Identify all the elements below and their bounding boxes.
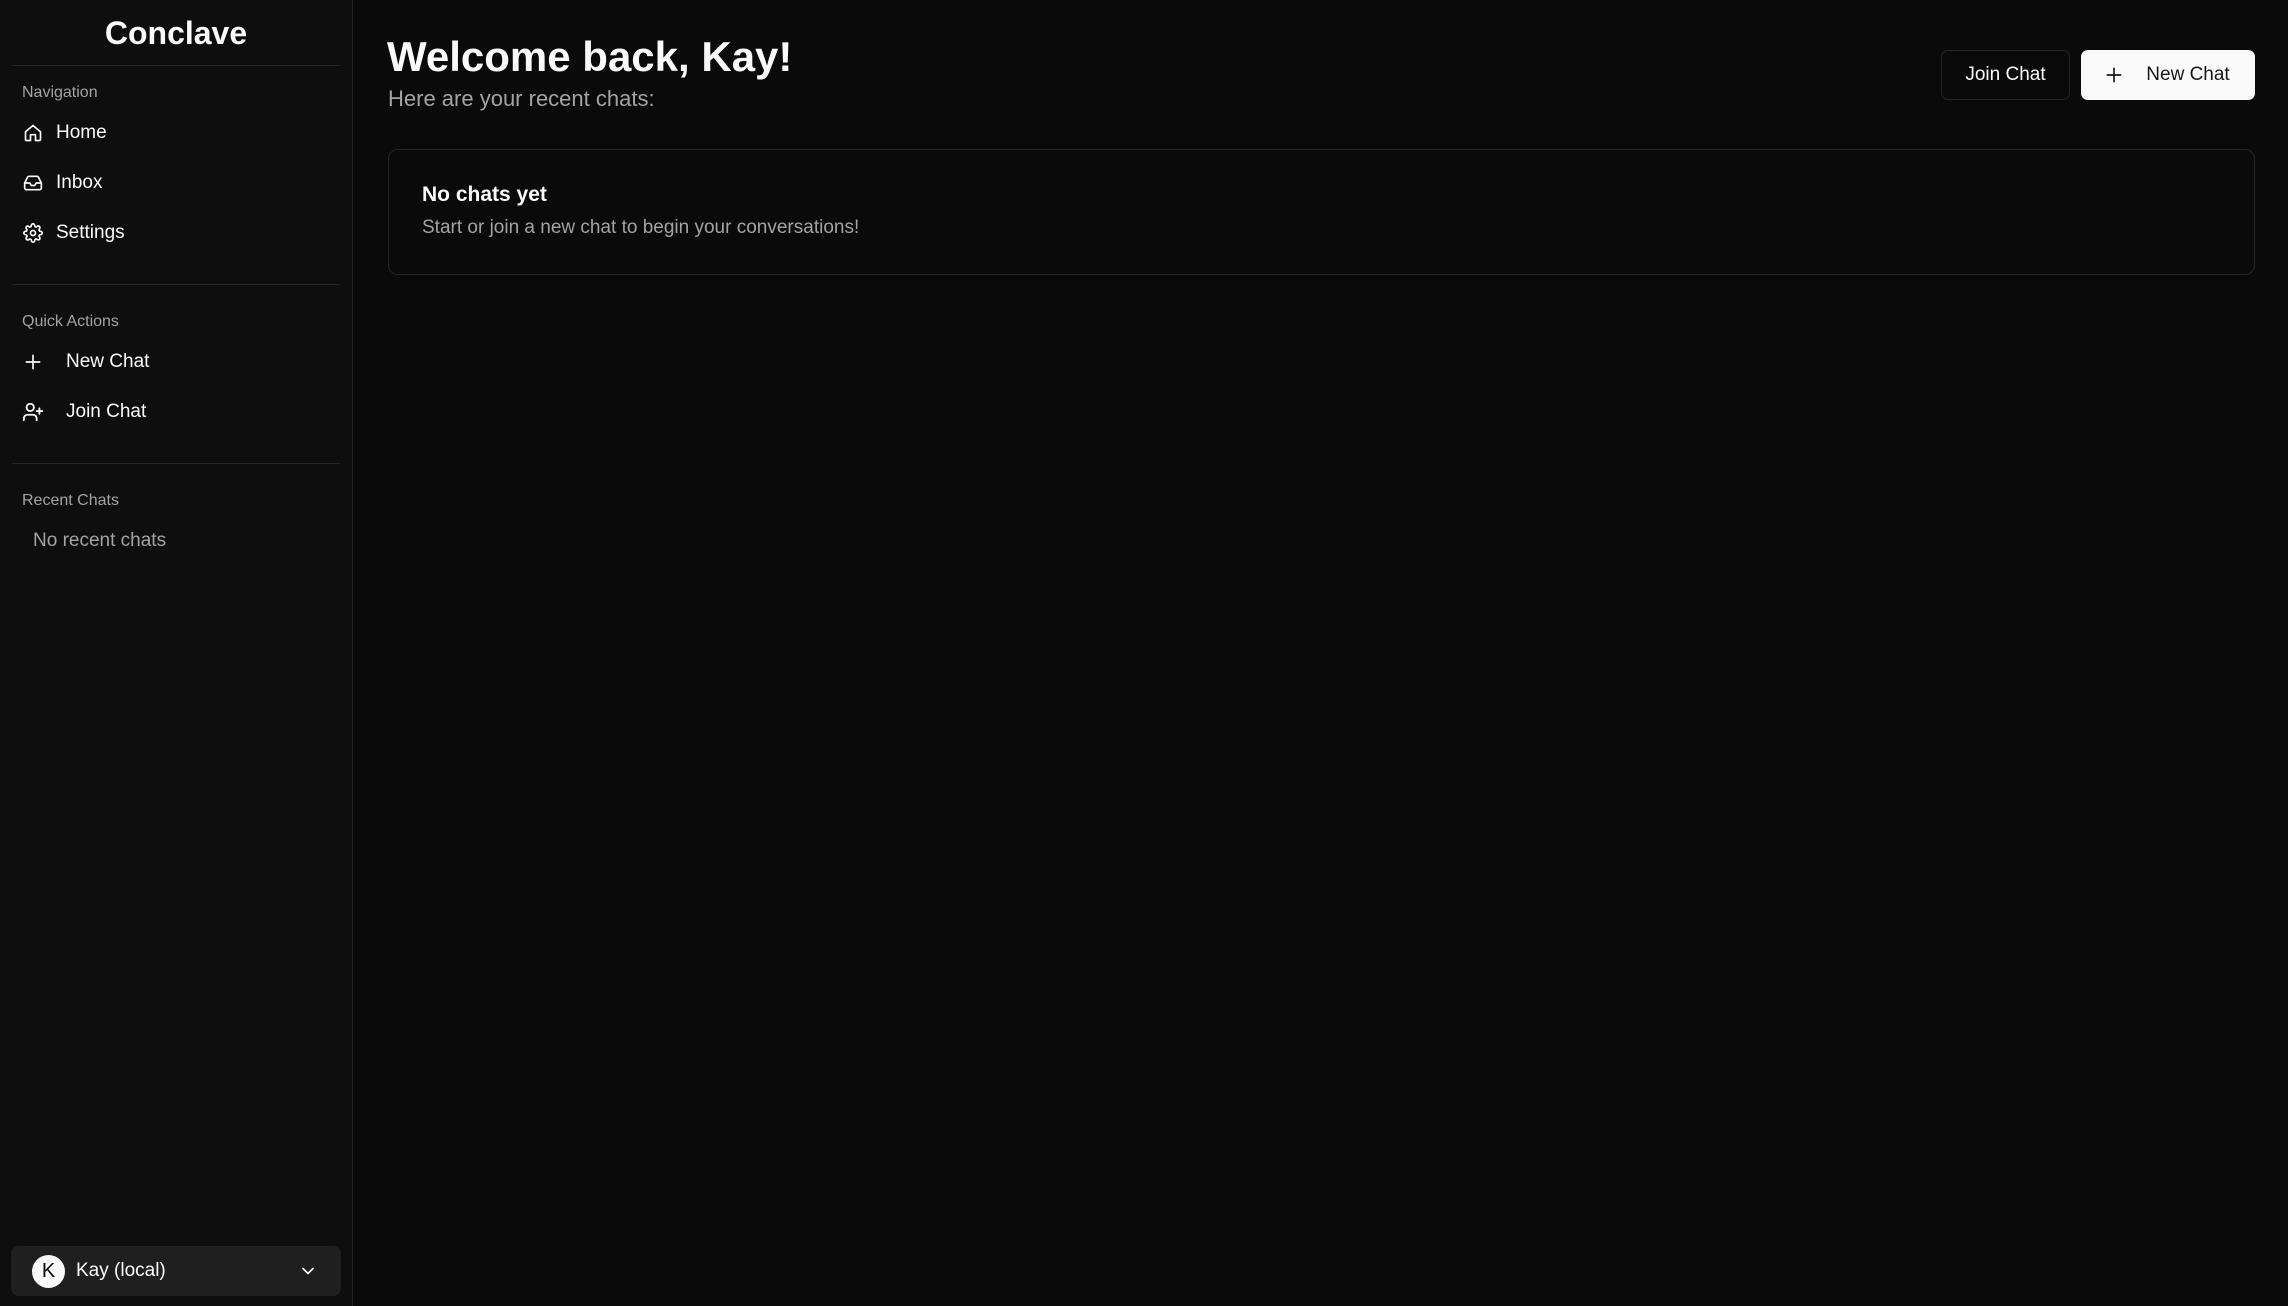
user-plus-icon xyxy=(22,401,44,423)
chevron-down-icon xyxy=(297,1260,319,1282)
sidebar: Conclave Navigation Home Inbox Settings … xyxy=(0,0,353,1306)
page-subtitle: Here are your recent chats: xyxy=(388,86,655,111)
recent-chats-section: Recent Chats No recent chats xyxy=(0,464,352,552)
user-name: Kay (local) xyxy=(76,1260,166,1281)
quick-actions-section: Quick Actions New Chat Join Chat xyxy=(0,285,352,463)
quick-action-join-chat[interactable]: Join Chat xyxy=(12,387,340,437)
sidebar-item-settings[interactable]: Settings xyxy=(12,208,340,258)
quick-action-label: Join Chat xyxy=(66,401,147,422)
main-content: Welcome back, Kay! Here are your recent … xyxy=(353,0,2288,1306)
user-switcher[interactable]: K Kay (local) xyxy=(11,1246,341,1296)
sidebar-item-label: Home xyxy=(56,122,107,143)
home-icon xyxy=(22,122,44,144)
quick-action-new-chat[interactable]: New Chat xyxy=(12,337,340,387)
quick-actions-label: Quick Actions xyxy=(22,313,119,330)
new-chat-button-label: New Chat xyxy=(2146,64,2230,85)
avatar: K xyxy=(32,1254,65,1288)
new-chat-button[interactable]: New Chat xyxy=(2081,50,2255,100)
sidebar-item-label: Settings xyxy=(56,222,125,243)
sidebar-item-inbox[interactable]: Inbox xyxy=(12,158,340,208)
plus-icon xyxy=(2104,65,2124,85)
inbox-icon xyxy=(22,172,44,194)
empty-state-title: No chats yet xyxy=(422,183,547,206)
app-root: Conclave Navigation Home Inbox Settings … xyxy=(0,0,2288,1306)
empty-state-description: Start or join a new chat to begin your c… xyxy=(422,217,860,238)
gear-icon xyxy=(22,222,44,244)
plus-icon xyxy=(22,351,44,373)
empty-state-card: No chats yet Start or join a new chat to… xyxy=(388,149,2255,275)
quick-action-label: New Chat xyxy=(66,351,150,372)
page-title: Welcome back, Kay! xyxy=(387,33,793,80)
join-chat-button[interactable]: Join Chat xyxy=(1941,50,2070,100)
recent-chats-empty: No recent chats xyxy=(33,530,167,551)
navigation-label: Navigation xyxy=(22,84,98,101)
sidebar-item-home[interactable]: Home xyxy=(12,108,340,158)
app-logo: Conclave xyxy=(12,0,340,66)
navigation-section: Navigation Home Inbox Settings xyxy=(0,66,352,284)
recent-chats-label: Recent Chats xyxy=(22,492,119,509)
sidebar-item-label: Inbox xyxy=(56,172,103,193)
header-actions: Join Chat New Chat xyxy=(1941,50,2255,100)
